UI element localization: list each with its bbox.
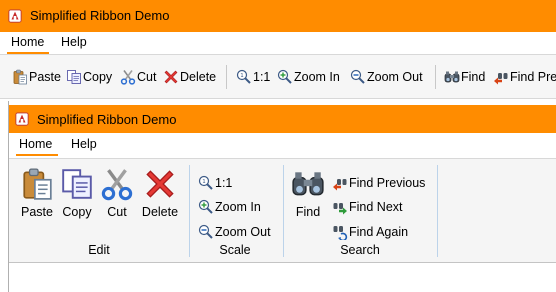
ribbon-find-label: Find — [295, 205, 321, 219]
ribbon-find-previous-label: Find Previous — [349, 176, 426, 190]
title-bar: Simplified Ribbon Demo — [0, 0, 556, 32]
ribbon-find-again-button[interactable]: Find Again — [332, 222, 408, 242]
window-title: Simplified Ribbon Demo — [30, 8, 170, 23]
group-separator — [283, 165, 284, 257]
simplified-ribbon-toolbar: Paste Copy Cut Delete 1:1 Zoom In Zoom O… — [0, 54, 556, 99]
ribbon-zoom-in-label: Zoom In — [215, 200, 261, 214]
cut-button[interactable]: Cut — [120, 67, 156, 87]
ribbon-paste-label: Paste — [21, 205, 53, 219]
ribbon-zoom-out-button[interactable]: Zoom Out — [198, 222, 271, 242]
ribbon-delete-label: Delete — [141, 205, 179, 219]
app-icon — [15, 112, 29, 126]
ribbon-zoom-out-label: Zoom Out — [215, 225, 271, 239]
zoom-out-label: Zoom Out — [367, 70, 423, 84]
ribbon-cut-label: Cut — [107, 205, 127, 219]
ribbon-find-next-button[interactable]: Find Next — [332, 197, 403, 217]
find-label: Find — [461, 70, 486, 84]
inner-menu-home[interactable]: Home — [19, 137, 52, 151]
zoom-in-button[interactable]: Zoom In — [277, 67, 340, 87]
find-previous-button[interactable]: Find Pre — [493, 67, 556, 87]
find-again-icon — [332, 224, 348, 240]
delete-icon — [163, 69, 179, 85]
cut-label: Cut — [137, 70, 157, 84]
ribbon-delete-button[interactable]: Delete — [137, 167, 183, 219]
find-previous-icon — [493, 69, 509, 85]
menu-home[interactable]: Home — [11, 35, 44, 49]
group-separator — [189, 165, 190, 257]
find-previous-icon — [332, 175, 348, 191]
inner-window-title: Simplified Ribbon Demo — [37, 112, 177, 127]
ribbon-find-next-label: Find Next — [349, 200, 403, 214]
inner-window: Simplified Ribbon Demo Home Help Paste C… — [8, 101, 556, 292]
toolbar-separator — [226, 65, 227, 89]
cut-icon — [100, 167, 134, 201]
ribbon-copy-label: Copy — [62, 205, 92, 219]
copy-icon — [66, 69, 82, 85]
ribbon-find-again-label: Find Again — [349, 225, 409, 239]
document-area[interactable] — [9, 264, 556, 292]
group-label-edit: Edit — [88, 243, 110, 257]
ribbon-zoom-in-button[interactable]: Zoom In — [198, 197, 261, 217]
binoculars-icon — [291, 167, 325, 201]
paste-icon — [20, 167, 54, 201]
delete-label: Delete — [180, 70, 217, 84]
ribbon-find-previous-button[interactable]: Find Previous — [332, 173, 425, 193]
zoom-1-1-icon — [236, 69, 252, 85]
ribbon-copy-button[interactable]: Copy — [55, 167, 99, 219]
inner-menu-home-underline — [16, 154, 58, 156]
find-next-icon — [332, 199, 348, 215]
binoculars-icon — [444, 69, 460, 85]
delete-icon — [143, 167, 177, 201]
zoom-out-icon — [198, 224, 214, 240]
inner-menu-bar: Home Help — [9, 133, 556, 157]
paste-button[interactable]: Paste — [12, 67, 61, 87]
ribbon-zoom-1-1-label: 1:1 — [215, 176, 233, 190]
zoom-1-1-label: 1:1 — [253, 70, 271, 84]
cut-icon — [120, 69, 136, 85]
inner-menu-help[interactable]: Help — [71, 137, 97, 151]
ribbon-cut-button[interactable]: Cut — [95, 167, 139, 219]
copy-label: Copy — [83, 70, 113, 84]
copy-icon — [60, 167, 94, 201]
paste-label: Paste — [29, 70, 61, 84]
inner-title-bar: Simplified Ribbon Demo — [9, 105, 556, 133]
group-label-scale: Scale — [219, 243, 251, 257]
toolbar-separator — [435, 65, 436, 89]
zoom-in-icon — [277, 69, 293, 85]
zoom-in-icon — [198, 199, 214, 215]
ribbon-paste-button[interactable]: Paste — [15, 167, 59, 219]
zoom-1-1-icon — [198, 175, 214, 191]
ribbon-zoom-1-1-button[interactable]: 1:1 — [198, 173, 232, 193]
zoom-out-button[interactable]: Zoom Out — [350, 67, 423, 87]
menu-bar: Home Help — [0, 32, 556, 54]
ribbon: Paste Copy Cut Delete Edit 1:1 Zoom In Z… — [9, 158, 556, 263]
group-separator — [437, 165, 438, 257]
zoom-in-label: Zoom In — [294, 70, 340, 84]
group-label-search: Search — [340, 243, 380, 257]
find-previous-label: Find Pre — [510, 70, 556, 84]
app-icon — [8, 9, 22, 23]
zoom-1-1-button[interactable]: 1:1 — [236, 67, 270, 87]
paste-icon — [12, 69, 28, 85]
ribbon-find-button[interactable]: Find — [290, 167, 326, 219]
menu-help[interactable]: Help — [61, 35, 87, 49]
find-button[interactable]: Find — [444, 67, 485, 87]
delete-button[interactable]: Delete — [163, 67, 216, 87]
copy-button[interactable]: Copy — [66, 67, 112, 87]
zoom-out-icon — [350, 69, 366, 85]
